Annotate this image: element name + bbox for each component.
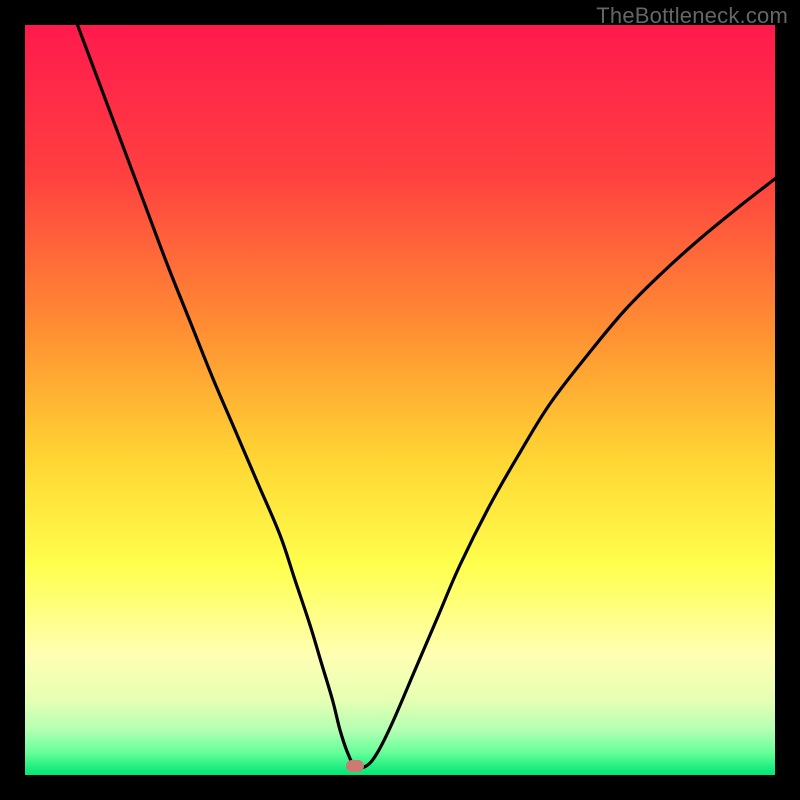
minimum-marker — [346, 760, 364, 772]
plot-area — [25, 25, 775, 775]
chart-frame: TheBottleneck.com — [0, 0, 800, 800]
watermark-text: TheBottleneck.com — [596, 3, 788, 29]
bottleneck-curve — [25, 25, 775, 775]
